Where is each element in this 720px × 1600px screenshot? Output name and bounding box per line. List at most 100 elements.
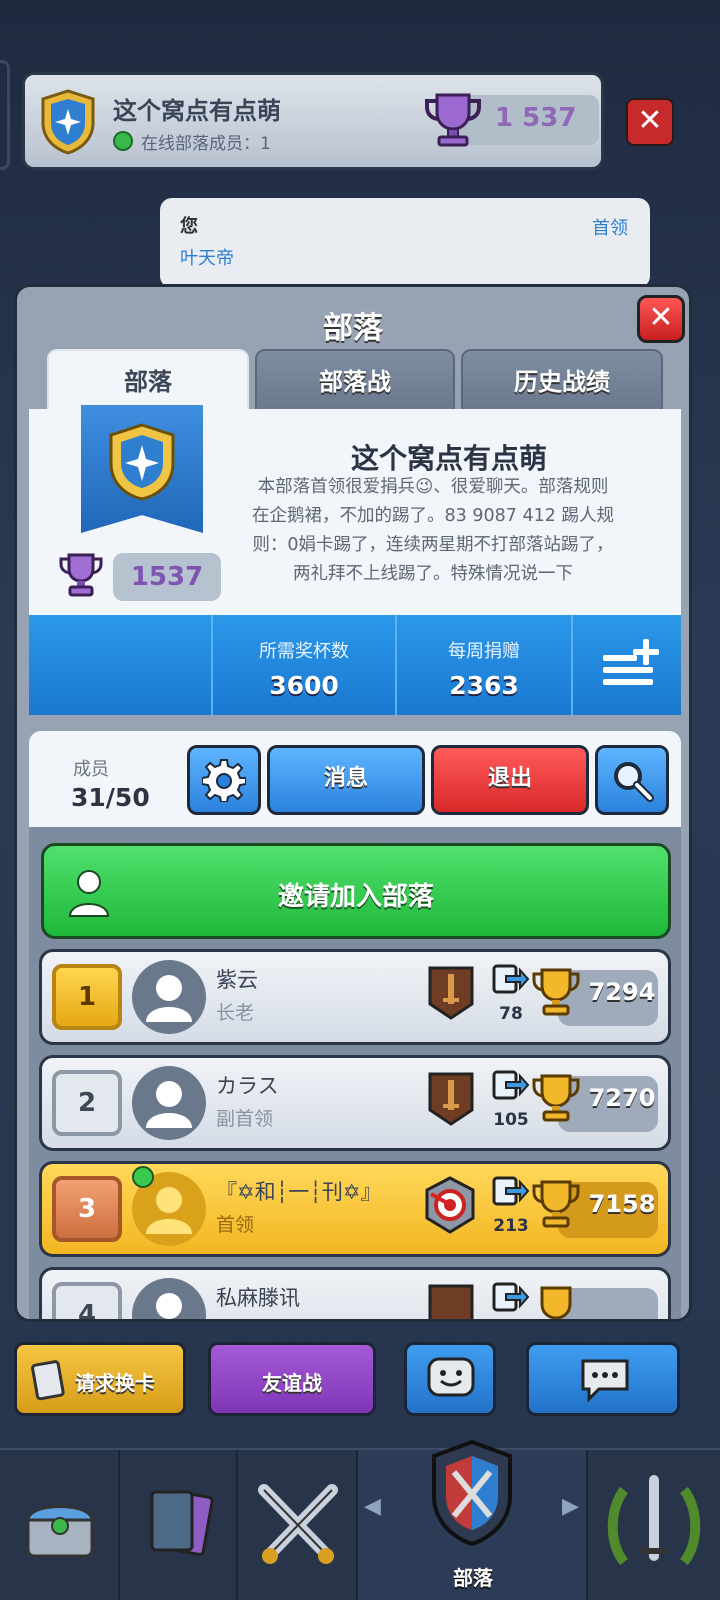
tab-war-history[interactable]: 历史战绩 <box>461 349 663 411</box>
target-arena-icon <box>425 1176 475 1234</box>
chevron-left-icon: ◀ <box>364 1494 381 1519</box>
side-tab-edge <box>0 60 10 170</box>
search-button[interactable] <box>595 745 669 815</box>
gear-icon <box>202 759 246 802</box>
clan-top-bar[interactable]: 这个窝点有点萌 在线部落成员：1 1 537 <box>22 72 604 170</box>
online-members-label: 在线部落成员：1 <box>141 134 271 154</box>
sword-arena-icon <box>428 966 474 1020</box>
close-icon[interactable]: ✕ <box>637 295 685 343</box>
member-role: 首领 <box>216 1214 255 1236</box>
nav-shop[interactable] <box>0 1450 120 1600</box>
description-line: 在企鹅裙，不加的踢了。83 9087 412 踢人规 <box>252 506 614 526</box>
member-name: カラス <box>216 1074 279 1098</box>
person-icon <box>146 975 192 1022</box>
stat-required-trophies: 所需奖杯数 3600 <box>211 615 395 715</box>
members-label: 成员 <box>73 759 109 780</box>
clan-badge-banner <box>81 405 203 533</box>
nav-cards[interactable] <box>120 1450 238 1600</box>
description-line: 则：0娟卡踢了，连续两星期不打部落站踢了， <box>252 535 614 555</box>
member-name: 紫云 <box>216 968 258 992</box>
trophy-icon <box>532 1074 580 1122</box>
online-indicator <box>113 131 133 151</box>
members-header: 成员 31/50 消息 退出 <box>29 731 681 827</box>
member-donations: 105 <box>493 1110 529 1130</box>
clan-title: 这个窝点有点萌 <box>350 442 547 475</box>
trophy-icon <box>532 968 580 1016</box>
nav-clan[interactable]: ◀ 部落 ▶ <box>358 1439 588 1600</box>
invite-label: 邀请加入部落 <box>277 882 434 912</box>
nav-battle[interactable] <box>238 1450 358 1600</box>
members-list[interactable]: 邀请加入部落 1 紫云 长老 78 7294 2 カラス 副首领 105 727… <box>29 827 681 1319</box>
member-trophies: 7158 <box>588 1190 656 1218</box>
friendly-battle-label: 友谊战 <box>262 1371 322 1395</box>
request-cards-label: 请求换卡 <box>75 1371 155 1395</box>
member-trophies: 7270 <box>588 1084 656 1112</box>
invite-button[interactable]: 邀请加入部落 <box>41 843 671 939</box>
tab-clan[interactable]: 部落 <box>47 349 249 411</box>
emoji-icon <box>427 1357 475 1397</box>
sword-arena-icon <box>428 1284 474 1319</box>
leave-clan-button[interactable]: 退出 <box>431 745 589 815</box>
member-rank: 3 <box>52 1176 122 1242</box>
emote-button[interactable] <box>404 1342 496 1416</box>
clan-stats: 所需奖杯数 3600 每周捐赠 2363 <box>29 615 681 715</box>
member-donations: 213 <box>493 1216 529 1236</box>
menu-add-icon <box>603 639 659 685</box>
shield-icon <box>432 1439 512 1547</box>
person-icon <box>156 1293 182 1319</box>
avatar <box>132 1278 206 1319</box>
friendly-battle-button[interactable]: 友谊战 <box>208 1342 376 1416</box>
chevron-right-icon: ▶ <box>562 1494 579 1519</box>
trophy-icon <box>532 1180 580 1228</box>
avatar <box>132 960 206 1034</box>
battle-icon <box>258 1484 338 1564</box>
chat-button[interactable] <box>526 1342 680 1416</box>
avatar <box>132 1066 206 1140</box>
stat-value: 2363 <box>449 671 519 700</box>
person-icon <box>146 1081 192 1128</box>
member-role: 副首领 <box>216 1108 274 1130</box>
stat-label: 每周捐赠 <box>448 641 520 662</box>
bottom-nav: ◀ 部落 ▶ <box>0 1439 720 1600</box>
chat-icon <box>581 1359 629 1403</box>
sword-arena-icon <box>428 1072 474 1126</box>
member-row[interactable]: 2 カラス 副首领 105 7270 <box>39 1055 671 1151</box>
chat-text: 叶天帝 <box>180 248 234 269</box>
shield-icon <box>109 423 175 501</box>
stat-weekly-donations: 每周捐赠 2363 <box>395 615 571 715</box>
member-rank: 4 <box>52 1282 122 1319</box>
member-trophies: 7294 <box>588 978 656 1006</box>
message-button[interactable]: 消息 <box>267 745 425 815</box>
request-cards-button[interactable]: 请求换卡 <box>14 1342 186 1416</box>
nav-events[interactable] <box>588 1450 720 1600</box>
cards-icon <box>150 1490 214 1556</box>
clan-trophies: 1 537 <box>495 103 577 133</box>
settings-button[interactable] <box>187 745 261 815</box>
member-row[interactable]: 4 私麻滕讯 <box>39 1267 671 1319</box>
member-role: 长老 <box>216 1002 255 1024</box>
donate-icon <box>492 1070 530 1100</box>
clan-name: 这个窝点有点萌 <box>113 97 281 125</box>
donate-icon <box>492 1282 530 1312</box>
member-row[interactable]: 1 紫云 长老 78 7294 <box>39 949 671 1045</box>
member-rank: 2 <box>52 1070 122 1136</box>
cards-icon <box>31 1360 65 1401</box>
member-name: 『✡和┆一┆刊✡』 <box>216 1180 382 1204</box>
trophy-icon <box>425 93 481 147</box>
tab-clan-war[interactable]: 部落战 <box>255 349 455 411</box>
stat-more[interactable] <box>571 615 681 715</box>
close-icon[interactable]: ✕ <box>626 98 674 146</box>
clan-trophy-count: 1537 <box>113 553 221 601</box>
chat-sender-role: 首领 <box>592 218 628 239</box>
chest-icon <box>26 1505 94 1558</box>
stat-label: 所需奖杯数 <box>259 641 349 662</box>
nav-clan-label: 部落 <box>453 1566 493 1590</box>
stat-value: 3600 <box>269 671 339 700</box>
shield-icon <box>41 89 95 155</box>
donate-icon <box>492 964 530 994</box>
member-row-self[interactable]: 3 『✡和┆一┆刊✡』 首领 213 7158 <box>39 1161 671 1257</box>
trophy-icon <box>540 1286 572 1319</box>
chat-message: 您 首领 叶天帝 <box>160 198 650 288</box>
clan-description: 本部落首领很爱捐兵😉、很爱聊天。部落规则 在企鹅裙，不加的踢了。83 9087 … <box>235 473 631 589</box>
chat-sender: 您 <box>180 216 198 237</box>
